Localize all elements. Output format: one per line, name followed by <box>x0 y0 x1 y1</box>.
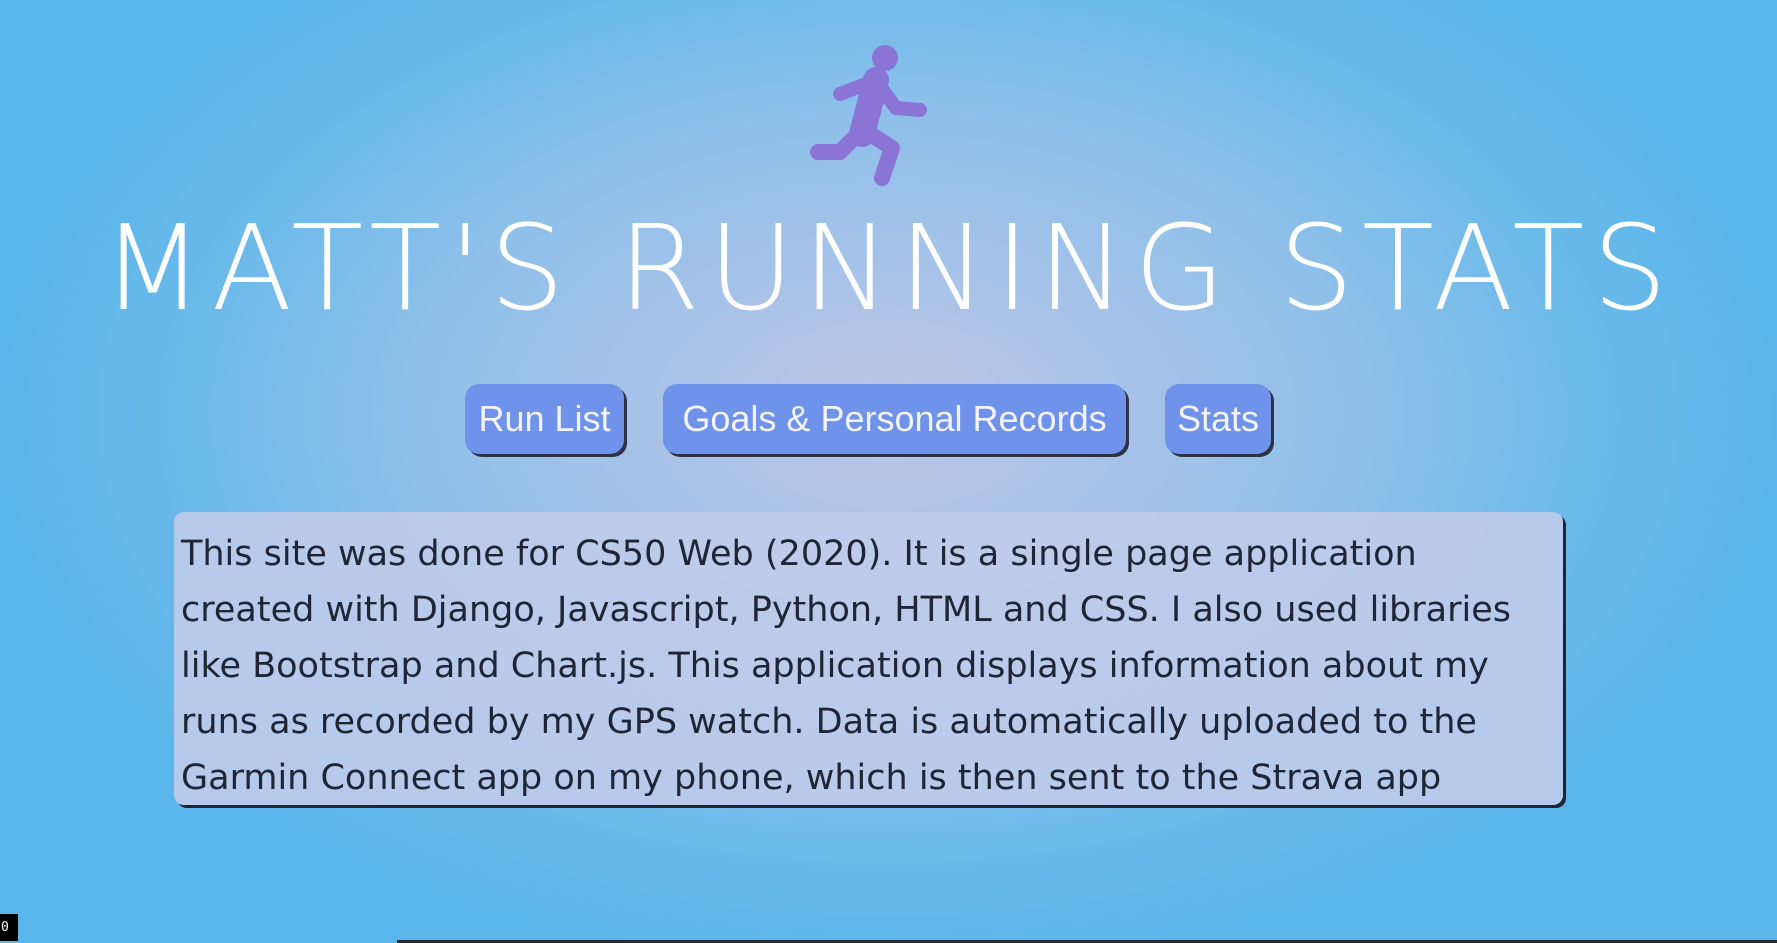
running-person-icon <box>810 45 927 186</box>
about-text: This site was done for CS50 Web (2020). … <box>181 534 1511 798</box>
stats-button[interactable]: Stats <box>1165 384 1271 454</box>
corner-counter-badge: 0 <box>0 914 18 941</box>
run-list-button[interactable]: Run List <box>465 384 624 454</box>
goals-personal-records-button[interactable]: Goals & Personal Records <box>663 384 1126 454</box>
main-nav: Run List Goals & Personal Records Stats <box>0 384 1777 454</box>
about-panel: This site was done for CS50 Web (2020). … <box>174 512 1563 805</box>
site-title: MATT'S RUNNING STATS <box>101 199 1676 337</box>
